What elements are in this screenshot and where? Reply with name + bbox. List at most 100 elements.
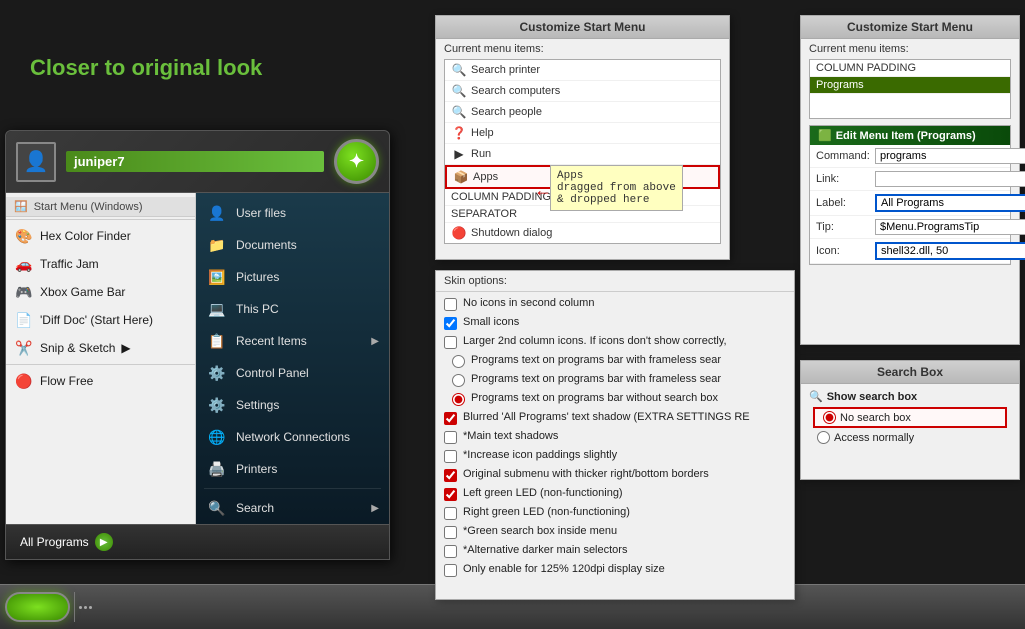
start-menu: 👤 juniper7 ✦ 🪟 Start Menu (Windows) 🎨 He… xyxy=(5,130,390,560)
search-printer-icon: 🔍 xyxy=(451,62,467,78)
xbox-button[interactable]: ✦ xyxy=(334,139,379,184)
skin-option-main-text: *Main text shadows xyxy=(436,427,794,446)
emi-row-link: Link: xyxy=(810,168,1010,191)
dot1 xyxy=(79,606,82,609)
user-icon: 👤 xyxy=(206,202,228,224)
apps-arrow-indicator: ← xyxy=(534,180,552,201)
no-search-radio[interactable] xyxy=(823,411,836,424)
dot2 xyxy=(84,606,87,609)
sidebar-item-snip[interactable]: ✂️ Snip & Sketch ▶ xyxy=(6,334,195,362)
csm-item-shutdown: 🔴 Shutdown dialog xyxy=(445,223,720,244)
search-box-group-icon: 🔍 xyxy=(809,390,823,403)
left-column: 🪟 Start Menu (Windows) 🎨 Hex Color Finde… xyxy=(6,193,196,524)
skin-option-blurred: Blurred 'All Programs' text shadow (EXTR… xyxy=(436,408,794,427)
link-input[interactable] xyxy=(875,171,1025,187)
csm-item-search-computers: 🔍 Search computers xyxy=(445,81,720,102)
separator2 xyxy=(6,364,195,365)
sidebar-item-traffic-jam[interactable]: 🚗 Traffic Jam xyxy=(6,250,195,278)
arrow-icon: ▶ xyxy=(121,341,130,355)
tip-input[interactable] xyxy=(875,219,1025,235)
right-csm-title: Customize Start Menu xyxy=(801,16,1019,39)
small-icons-checkbox[interactable] xyxy=(444,317,457,330)
apps-csm-icon: 📦 xyxy=(453,169,469,185)
skin-options-panel: Skin options: No icons in second column … xyxy=(435,270,795,600)
command-label: Command: xyxy=(816,150,871,162)
blurred-label: Blurred 'All Programs' text shadow (EXTR… xyxy=(463,410,750,424)
all-programs-button[interactable]: All Programs ▶ xyxy=(14,531,119,553)
menu-item-pictures[interactable]: 🖼️ Pictures xyxy=(196,261,389,293)
help-csm-icon: ❓ xyxy=(451,125,467,141)
csm-item-run: ▶ Run xyxy=(445,144,720,165)
menu-item-network[interactable]: 🌐 Network Connections xyxy=(196,421,389,453)
menu-item-settings[interactable]: ⚙️ Settings xyxy=(196,389,389,421)
no-icons-checkbox[interactable] xyxy=(444,298,457,311)
menu-item-user-files[interactable]: 👤 User files xyxy=(196,197,389,229)
left-green-label: Left green LED (non-functioning) xyxy=(463,486,623,500)
traffic-icon: 🚗 xyxy=(14,254,34,274)
no-icons-label: No icons in second column xyxy=(463,296,594,310)
skin-option-radio1: Programs text on programs bar with frame… xyxy=(436,351,794,370)
125-checkbox[interactable] xyxy=(444,564,457,577)
larger-icons-label: Larger 2nd column icons. If icons don't … xyxy=(463,334,727,348)
label-input[interactable] xyxy=(875,194,1025,212)
avatar: 👤 xyxy=(16,142,56,182)
skin-option-original-submenu: Original submenu with thicker right/bott… xyxy=(436,465,794,484)
control-icon: ⚙️ xyxy=(206,362,228,384)
original-submenu-label: Original submenu with thicker right/bott… xyxy=(463,467,709,481)
blurred-checkbox[interactable] xyxy=(444,412,457,425)
skin-option-left-green: Left green LED (non-functioning) xyxy=(436,484,794,503)
emi-row-tip: Tip: xyxy=(810,216,1010,239)
printer-icon: 🖨️ xyxy=(206,458,228,480)
menu-item-recent-items[interactable]: 📋 Recent Items ▶ xyxy=(196,325,389,357)
command-input[interactable] xyxy=(875,148,1025,164)
search-box-panel: Search Box 🔍 Show search box No search b… xyxy=(800,360,1020,480)
skin-option-larger-icons: Larger 2nd column icons. If icons don't … xyxy=(436,332,794,351)
all-programs-arrow-icon: ▶ xyxy=(95,533,113,551)
radio3-label: Programs text on programs bar without se… xyxy=(471,391,718,405)
edit-menu-item-box: 🟩 Edit Menu Item (Programs) Command: Lin… xyxy=(809,125,1011,265)
pc-icon: 💻 xyxy=(206,298,228,320)
left-green-checkbox[interactable] xyxy=(444,488,457,501)
menu-item-control-panel[interactable]: ⚙️ Control Panel xyxy=(196,357,389,389)
original-submenu-checkbox[interactable] xyxy=(444,469,457,482)
icon-label: Icon: xyxy=(816,245,871,257)
skin-options-label: Skin options: xyxy=(436,271,794,292)
dot3 xyxy=(89,606,92,609)
menu-item-printers[interactable]: 🖨️ Printers xyxy=(196,453,389,485)
sidebar-item-hex-color[interactable]: 🎨 Hex Color Finder xyxy=(6,222,195,250)
skin-option-alt-darker: *Alternative darker main selectors xyxy=(436,541,794,560)
sidebar-item-flow-free[interactable]: 🔴 Flow Free xyxy=(6,367,195,395)
right-csm-item-programs[interactable]: Programs xyxy=(810,77,1010,94)
icon-input[interactable] xyxy=(875,242,1025,260)
sidebar-item-diff-doc[interactable]: 📄 'Diff Doc' (Start Here) xyxy=(6,306,195,334)
separator xyxy=(6,219,195,220)
apps-drag-note: Appsdragged from above& dropped here xyxy=(550,165,683,211)
radio1[interactable] xyxy=(452,355,465,368)
access-normally-radio[interactable] xyxy=(817,431,830,444)
csm-list: 🔍 Search printer 🔍 Search computers 🔍 Se… xyxy=(444,59,721,244)
alt-darker-checkbox[interactable] xyxy=(444,545,457,558)
larger-icons-checkbox[interactable] xyxy=(444,336,457,349)
page-title: Closer to original look xyxy=(30,55,262,81)
windows-icon: 🪟 xyxy=(14,200,28,213)
right-green-label: Right green LED (non-functioning) xyxy=(463,505,630,519)
skin-option-radio3: Programs text on programs bar without se… xyxy=(436,389,794,408)
skin-option-small-icons: Small icons xyxy=(436,313,794,332)
label-label: Label: xyxy=(816,197,871,209)
right-green-checkbox[interactable] xyxy=(444,507,457,520)
search-box-option-no-search: No search box xyxy=(813,407,1007,428)
green-search-checkbox[interactable] xyxy=(444,526,457,539)
menu-item-search[interactable]: 🔍 Search ▶ xyxy=(196,492,389,524)
main-text-checkbox[interactable] xyxy=(444,431,457,444)
right-csm-label: Current menu items: xyxy=(801,39,1019,59)
menu-item-documents[interactable]: 📁 Documents xyxy=(196,229,389,261)
csm-panel-middle: Customize Start Menu Current menu items:… xyxy=(435,15,730,260)
arrow-search: ▶ xyxy=(371,503,379,514)
icon-padding-checkbox[interactable] xyxy=(444,450,457,463)
emi-icon: 🟩 xyxy=(818,129,832,142)
sidebar-item-xbox[interactable]: 🎮 Xbox Game Bar xyxy=(6,278,195,306)
menu-item-this-pc[interactable]: 💻 This PC xyxy=(196,293,389,325)
radio2[interactable] xyxy=(452,374,465,387)
radio3[interactable] xyxy=(452,393,465,406)
start-button[interactable] xyxy=(5,592,70,622)
